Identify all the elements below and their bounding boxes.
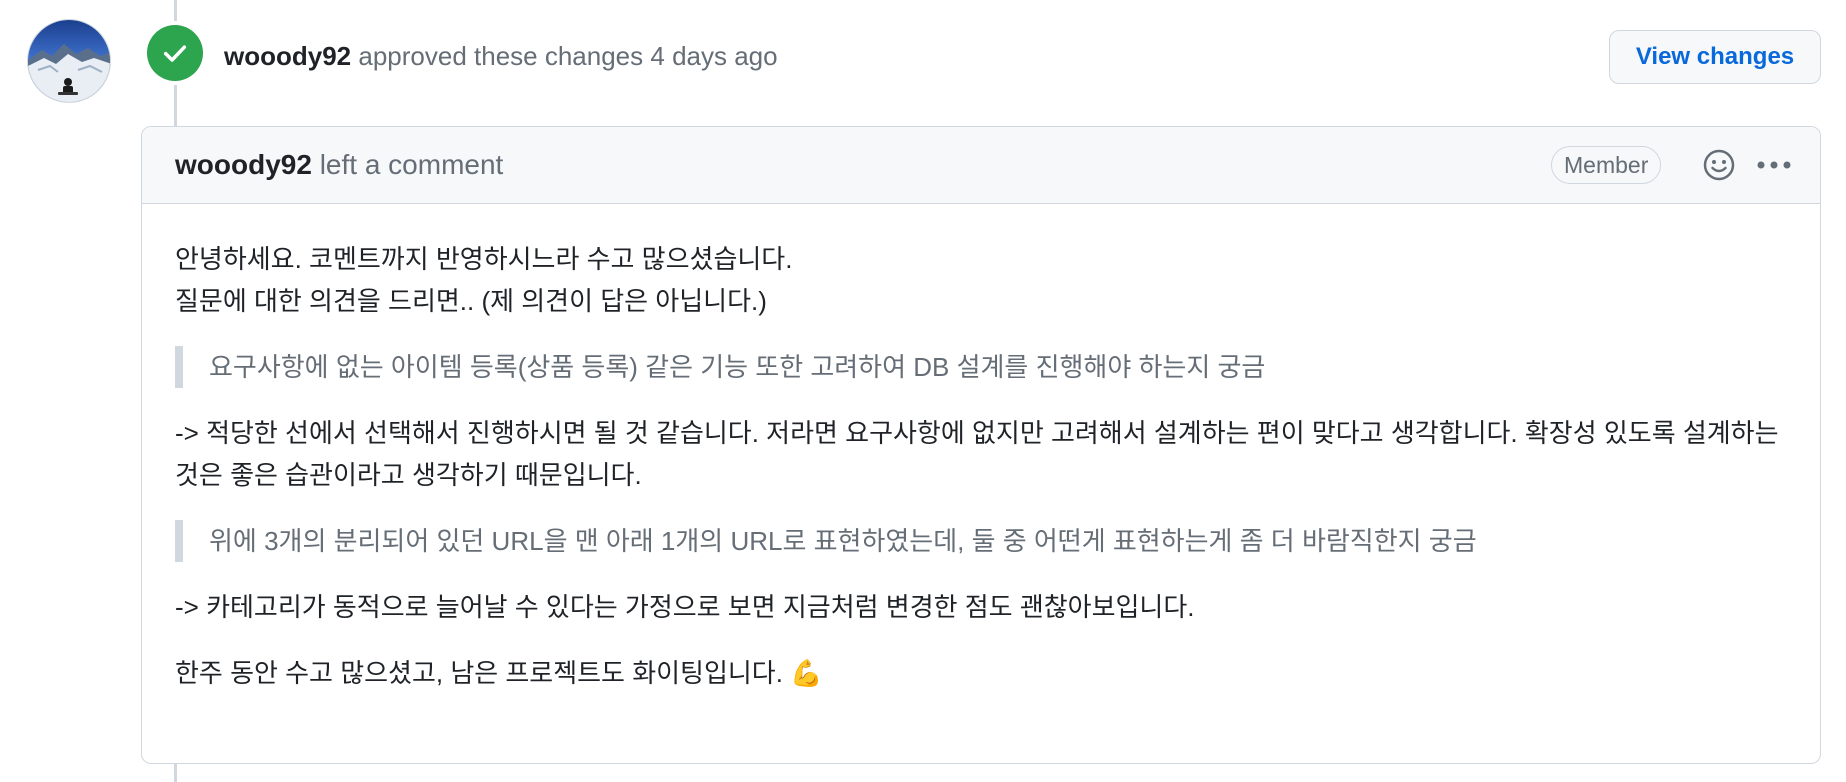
greeting-line-1: 안녕하세요. 코멘트까지 반영하시느라 수고 많으셨습니다.: [175, 244, 793, 274]
comment-quote-1: 요구사항에 없는 아이템 등록(상품 등록) 같은 기능 또한 고려하여 DB …: [175, 346, 1787, 388]
comment-action-text: left a comment: [319, 149, 504, 180]
comment-closing: 한주 동안 수고 많으셨고, 남은 프로젝트도 화이팅입니다. 💪: [175, 652, 1787, 695]
flexed-biceps-emoji: 💪: [790, 659, 823, 689]
review-timestamp[interactable]: 4 days ago: [650, 41, 777, 71]
greeting-line-2: 질문에 대한 의견을 드리면.. (제 의견이 답은 아닙니다.): [175, 286, 767, 316]
comment-answer-2: -> 카테고리가 동적으로 늘어날 수 있다는 가정으로 보면 지금처럼 변경한…: [175, 592, 1195, 622]
avatar[interactable]: [27, 19, 111, 103]
smiley-icon[interactable]: [1701, 147, 1737, 183]
review-header: wooody92 approved these changes 4 days a…: [224, 38, 778, 74]
approved-badge: [147, 25, 203, 81]
kebab-horizontal-icon[interactable]: [1752, 147, 1796, 183]
member-badge: Member: [1551, 146, 1662, 184]
comment-header: wooody92 left a comment Member: [142, 127, 1820, 204]
review-action-text: approved these changes: [358, 41, 644, 71]
check-icon: [163, 45, 187, 62]
comment-author-link[interactable]: wooody92: [175, 149, 312, 180]
comment-header-title: wooody92 left a comment: [175, 147, 503, 183]
review-author-link[interactable]: wooody92: [224, 41, 351, 71]
comment-paragraph-greeting: 안녕하세요. 코멘트까지 반영하시느라 수고 많으셨습니다. 질문에 대한 의견…: [175, 238, 1787, 322]
closing-text: 한주 동안 수고 많으셨고, 남은 프로젝트도 화이팅입니다.: [175, 658, 783, 688]
comment-answer-1: -> 적당한 선에서 선택해서 진행하시면 될 것 같습니다. 저라면 요구사항…: [175, 418, 1779, 490]
avatar-image: [28, 20, 110, 102]
comment-quote-2: 위에 3개의 분리되어 있던 URL을 맨 아래 1개의 URL로 표현하였는데…: [175, 520, 1787, 562]
comment-body: 안녕하세요. 코멘트까지 반영하시느라 수고 많으셨습니다. 질문에 대한 의견…: [142, 204, 1820, 695]
view-changes-button[interactable]: View changes: [1609, 30, 1821, 84]
review-comment: wooody92 left a comment Member 안녕하세요. 코멘…: [141, 126, 1821, 764]
